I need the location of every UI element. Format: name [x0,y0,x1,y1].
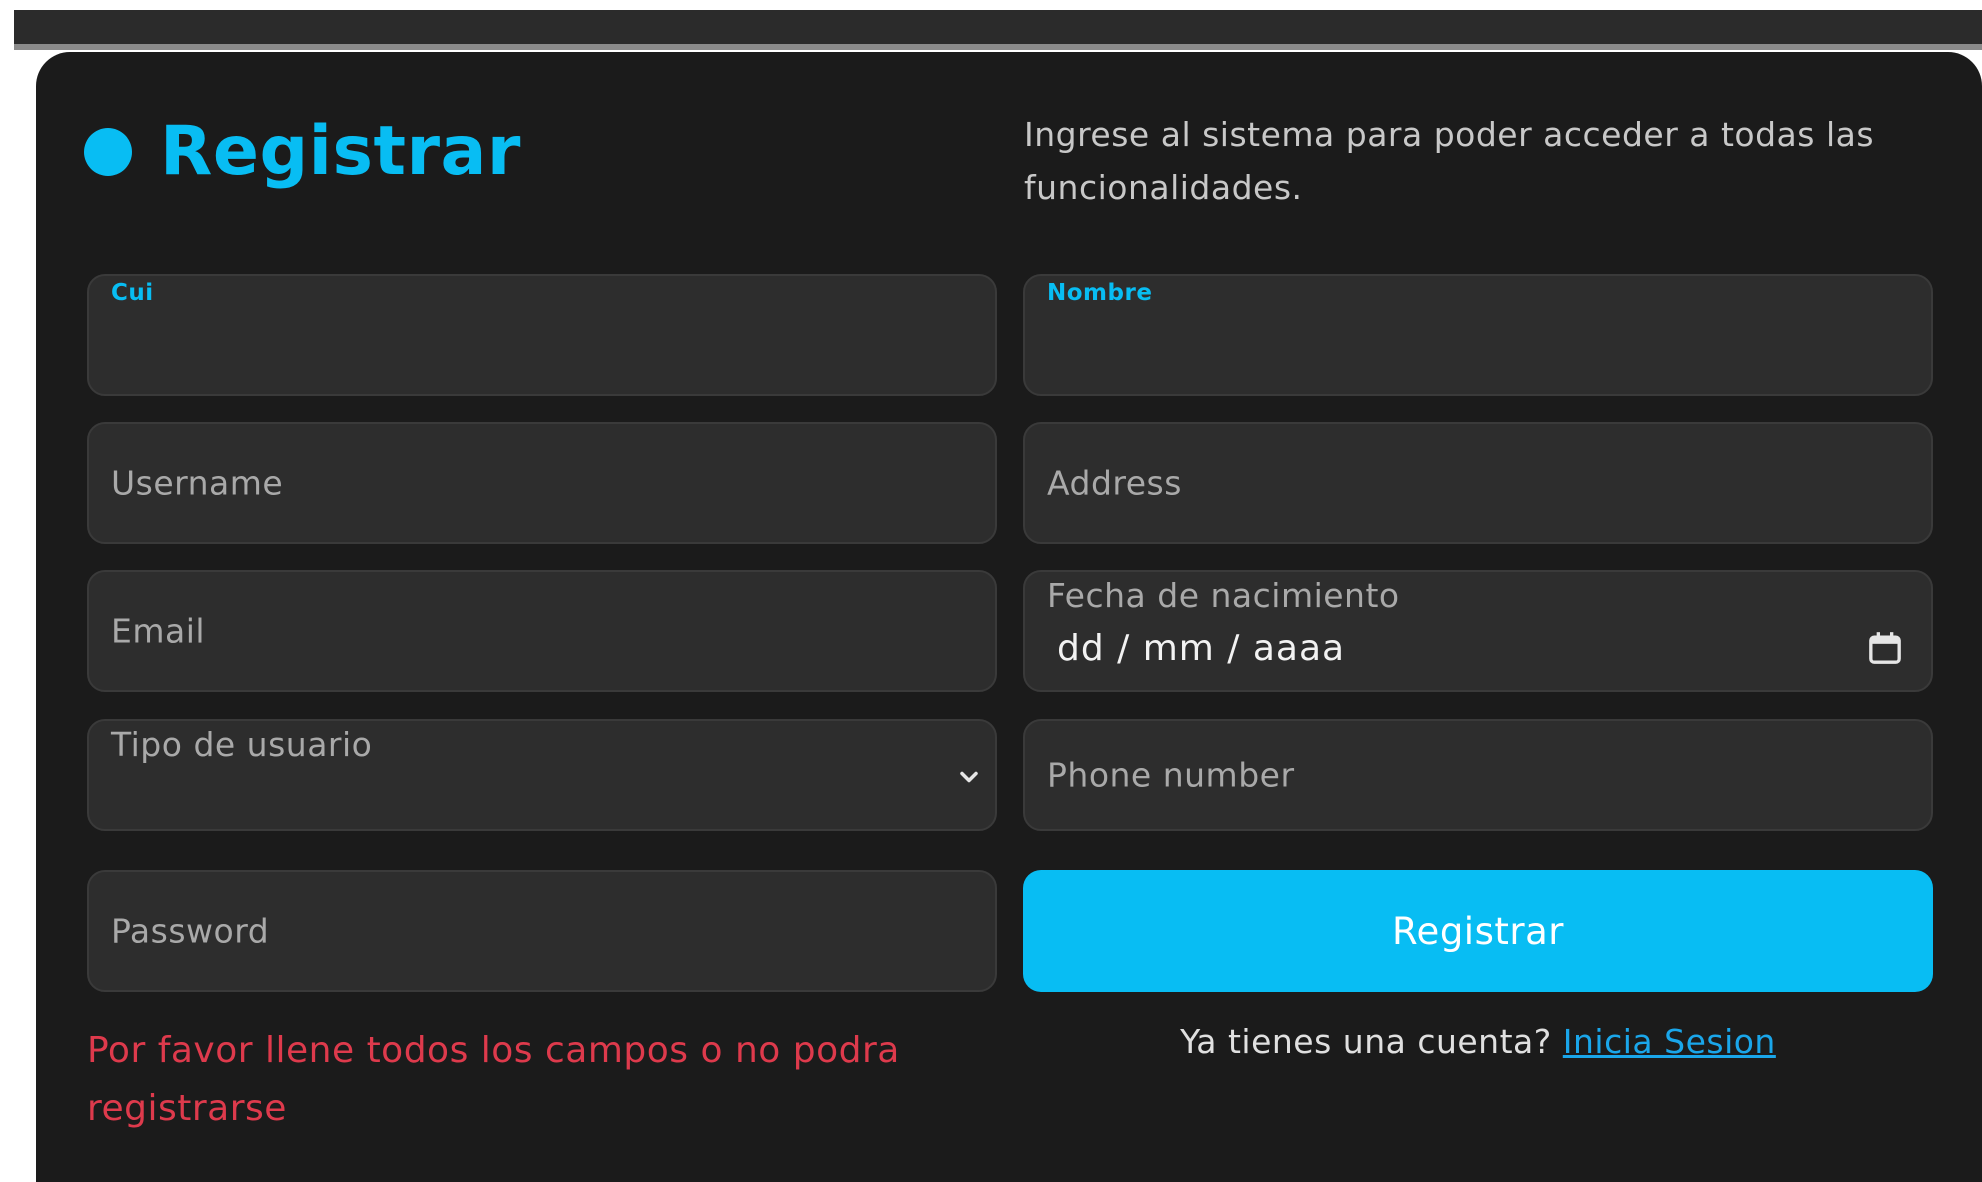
calendar-icon[interactable] [1865,628,1905,668]
register-card: Registrar Ingrese al sistema para poder … [36,52,1982,1182]
birthdate-label: Fecha de nacimiento [1047,576,1400,615]
nombre-label: Nombre [1047,280,1153,306]
password-input[interactable]: Password [87,870,997,992]
cui-field[interactable]: Cui [87,274,997,396]
status-dot-icon [84,128,132,176]
login-link[interactable]: Inicia Sesion [1563,1022,1776,1061]
login-prompt: Ya tienes una cuenta? [1180,1022,1552,1061]
register-button[interactable]: Registrar [1023,870,1933,992]
user-type-select[interactable]: Tipo de usuario [87,719,997,831]
username-input[interactable]: Username [87,422,997,544]
password-placeholder: Password [111,911,270,951]
phone-input[interactable]: Phone number [1023,719,1933,831]
email-input[interactable]: Email [87,570,997,692]
birthdate-value: dd / mm / aaaa [1057,628,1346,669]
phone-placeholder: Phone number [1047,755,1295,795]
page-title-group: Registrar [84,118,521,186]
chevron-down-icon [960,771,978,783]
error-message: Por favor llene todos los campos o no po… [87,1030,900,1129]
cui-label: Cui [111,280,154,306]
address-input[interactable]: Address [1023,422,1933,544]
page-subtitle: Ingrese al sistema para poder acceder a … [1024,115,1875,207]
address-placeholder: Address [1047,463,1182,503]
window-top-bar [14,10,1982,50]
email-placeholder: Email [111,611,206,651]
page-title: Registrar [160,112,521,191]
user-type-label: Tipo de usuario [111,725,373,764]
nombre-field[interactable]: Nombre [1023,274,1933,396]
login-prompt-line: Ya tienes una cuenta? Inicia Sesion [1023,1022,1933,1061]
username-placeholder: Username [111,463,284,503]
birthdate-input[interactable]: Fecha de nacimiento dd / mm / aaaa [1023,570,1933,692]
